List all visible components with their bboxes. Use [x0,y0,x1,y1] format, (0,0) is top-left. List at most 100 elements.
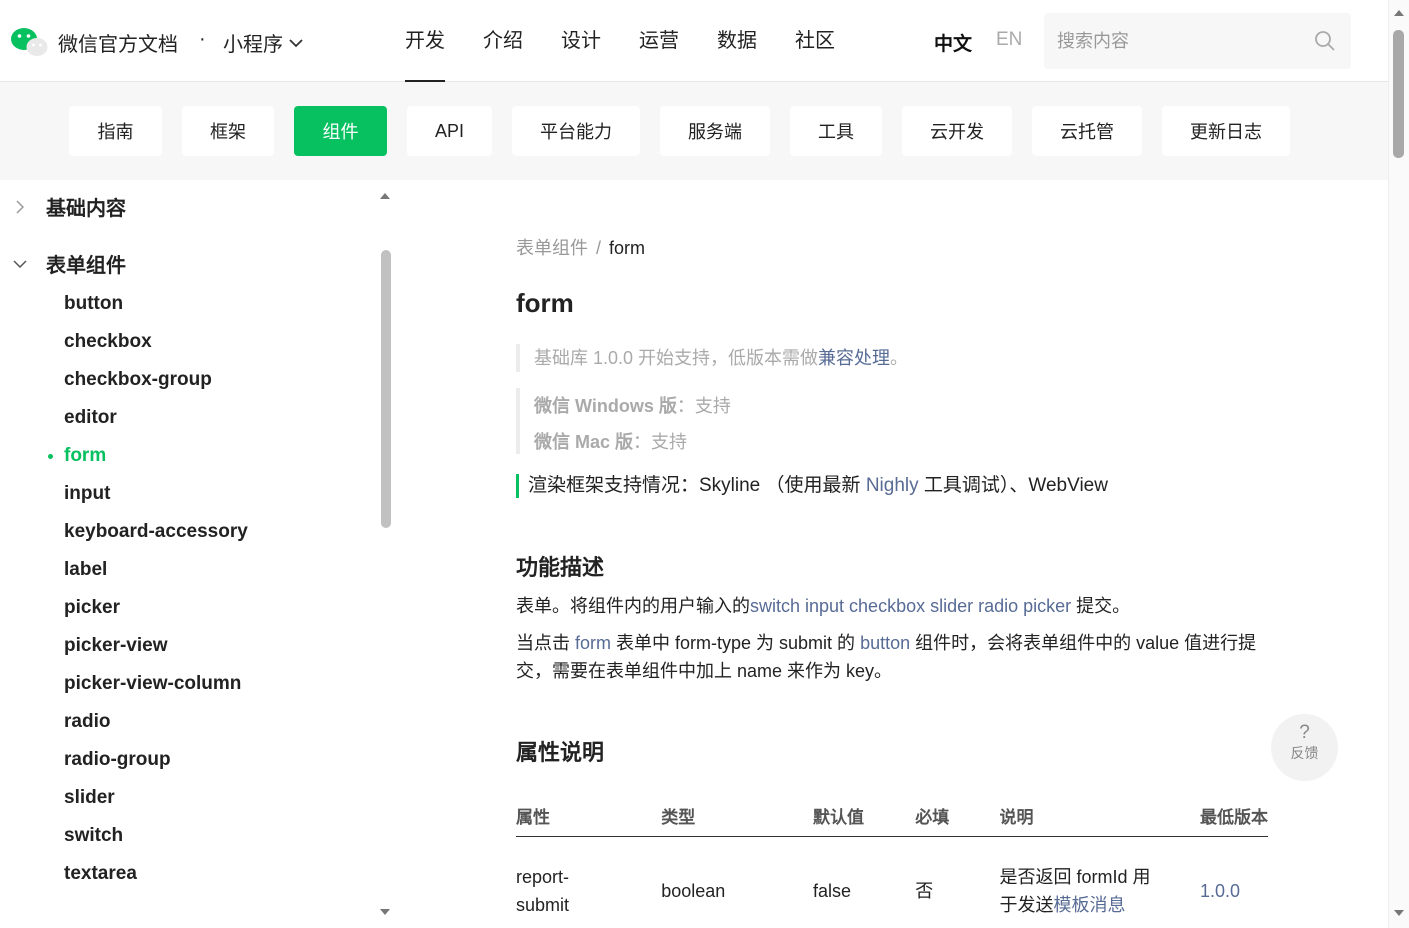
sidebar-item-radio-group[interactable]: radio-group [0,741,370,779]
search-icon[interactable] [1313,29,1337,53]
template-message-link[interactable]: 模板消息 [1054,895,1126,915]
sidebar-item-form[interactable]: form [0,437,370,475]
components-link[interactable]: switch input checkbox slider radio picke… [750,596,1071,616]
description-paragraph-2: 当点击 form 表单中 form-type 为 submit 的 button… [516,629,1276,685]
wechat-logo-icon[interactable] [10,26,48,58]
chevron-down-icon [13,259,27,268]
subnav-framework[interactable]: 框架 [182,106,274,156]
windows-label: 微信 Windows 版 [534,396,677,416]
desc-p1-prefix: 表单。将组件内的用户输入的 [516,596,750,616]
sidebar-item-picker[interactable]: picker [0,589,370,627]
question-mark-icon: ? [1299,722,1310,743]
table-header-row: 属性 类型 默认值 必填 说明 最低版本 [516,796,1268,837]
table-header: 必填 [915,796,1000,837]
button-link[interactable]: button [860,633,910,653]
sidebar-item-switch[interactable]: switch [0,817,370,855]
sidebar-item-input[interactable]: input [0,475,370,513]
sidebar-group-basic[interactable]: 基础内容 [0,192,126,221]
nav-item-community[interactable]: 社区 [795,0,835,82]
subnav-cloud-host[interactable]: 云托管 [1032,106,1142,156]
sidebar-item-slider[interactable]: slider [0,779,370,817]
sidebar-group-form[interactable]: 表单组件 [0,249,126,278]
nav-item-intro[interactable]: 介绍 [483,0,523,82]
sidebar-item-checkbox-group[interactable]: checkbox-group [0,361,370,399]
version-link[interactable]: 1.0.0 [1200,881,1240,901]
feedback-button[interactable]: ? 反馈 [1271,714,1338,781]
lib-note-end: 。 [890,348,909,368]
compat-link[interactable]: 兼容处理 [818,348,890,368]
brand-separator: · [199,28,206,50]
scroll-down-arrow-icon[interactable] [1394,910,1404,916]
desc-p2-a: 当点击 [516,633,576,653]
render-support-line: 渲染框架支持情况：Skyline （使用最新 Nighly 工具调试）、WebV… [516,474,1108,498]
nav-item-data[interactable]: 数据 [717,0,757,82]
form-link[interactable]: form [575,633,611,653]
table-row: report-submit boolean false 否 是否返回 formI… [516,836,1268,928]
table-cell-default: false [813,881,852,902]
nav-item-develop[interactable]: 开发 [405,0,445,82]
feedback-label: 反馈 [1290,745,1319,761]
render-suffix: 工具调试）、WebView [918,475,1108,496]
sidebar-item-label[interactable]: label [0,551,370,589]
lang-zh-toggle[interactable]: 中文 [934,29,972,56]
table-cell-attr: report-submit [516,867,570,916]
lib-note-text: 基础库 1.0.0 开始支持，低版本需做 [534,348,819,368]
sidebar-group-label: 基础内容 [46,198,126,220]
chevron-down-icon [289,38,303,47]
page-title: form [516,288,574,318]
subnav-api[interactable]: API [407,106,492,156]
breadcrumb-current: form [609,238,646,258]
lib-version-note: 基础库 1.0.0 开始支持，低版本需做兼容处理。 [516,344,908,372]
product-dropdown[interactable]: 小程序 [223,28,303,57]
scroll-up-arrow-icon[interactable] [1394,10,1404,16]
table-cell-desc: 是否返回 formId 用于发送模板消息 [1000,836,1200,928]
subnav-platform[interactable]: 平台能力 [512,106,640,156]
sub-nav: 指南 框架 组件 API 平台能力 服务端 工具 云开发 云托管 更新日志 [0,82,1388,180]
main-nav: 开发 介绍 设计 运营 数据 社区 [405,0,835,82]
scroll-up-arrow-icon[interactable] [380,193,390,199]
subnav-server[interactable]: 服务端 [660,106,770,156]
mac-label: 微信 Mac 版 [534,432,634,452]
desc-p1-suffix: 提交。 [1071,596,1131,616]
sidebar-scrollbar-thumb[interactable] [381,250,391,528]
subnav-cloud-dev[interactable]: 云开发 [902,106,1012,156]
nav-item-operation[interactable]: 运营 [639,0,679,82]
brand-title[interactable]: 微信官方文档 [58,28,178,57]
table-header: 类型 [661,796,813,837]
top-header: 微信官方文档 · 小程序 开发 介绍 设计 运营 数据 社区 中文 EN [0,0,1388,82]
platform-support-note: 微信 Windows 版：支持 微信 Mac 版：支持 [516,388,731,454]
sidebar-item-checkbox[interactable]: checkbox [0,323,370,361]
sidebar-item-keyboard-accessory[interactable]: keyboard-accessory [0,513,370,551]
nav-item-design[interactable]: 设计 [561,0,601,82]
sidebar-group-label: 表单组件 [46,255,126,277]
table-cell-version: 1.0.0 [1200,836,1268,928]
table-header: 属性 [516,796,662,837]
sidebar-item-picker-view-column[interactable]: picker-view-column [0,665,370,703]
subnav-changelog[interactable]: 更新日志 [1162,106,1290,156]
chevron-right-icon [16,199,24,214]
description-paragraph-1: 表单。将组件内的用户输入的switch input checkbox slide… [516,592,1276,620]
product-label: 小程序 [223,34,283,56]
subnav-guide[interactable]: 指南 [69,106,162,156]
nighly-link[interactable]: Nighly [866,475,919,496]
breadcrumb-parent-link[interactable]: 表单组件 [516,238,588,258]
page-scrollbar-thumb[interactable] [1393,30,1404,158]
sidebar-item-picker-view[interactable]: picker-view [0,627,370,665]
table-header: 默认值 [813,796,916,837]
lang-en-toggle[interactable]: EN [996,29,1022,51]
mac-value: ：支持 [633,432,688,452]
section-heading-description: 功能描述 [516,555,605,580]
sidebar-item-button[interactable]: button [0,285,370,323]
windows-value: ：支持 [676,396,731,416]
table-cell-type: boolean [661,881,726,902]
sidebar-item-radio[interactable]: radio [0,703,370,741]
sidebar-item-textarea[interactable]: textarea [0,855,370,893]
search-input[interactable] [1044,13,1304,69]
subnav-tools[interactable]: 工具 [790,106,882,156]
scroll-down-arrow-icon[interactable] [380,909,390,915]
sidebar: 基础内容 表单组件 button checkbox checkbox-group… [0,180,396,928]
properties-table: 属性 类型 默认值 必填 说明 最低版本 report-submit boole… [516,796,1268,928]
search-box [1044,13,1351,69]
sidebar-item-editor[interactable]: editor [0,399,370,437]
subnav-components[interactable]: 组件 [294,106,387,156]
